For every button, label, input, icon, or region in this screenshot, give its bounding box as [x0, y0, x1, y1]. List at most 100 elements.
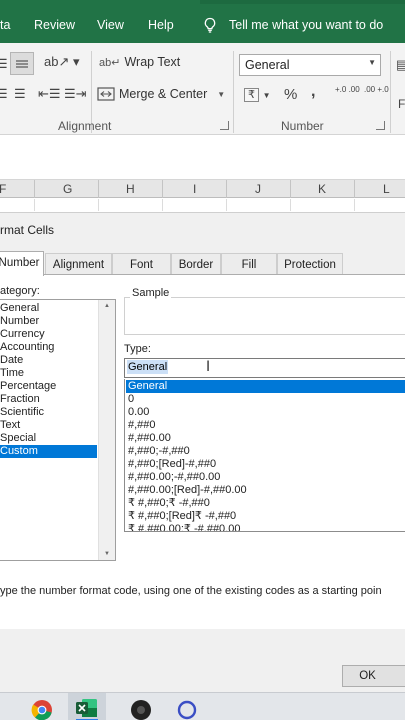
align-selected-button[interactable] [10, 52, 34, 75]
format-item[interactable]: 0 [128, 393, 405, 406]
column-divider [354, 180, 355, 198]
format-item[interactable]: #,##0.00;[Red]-#,##0.00 [128, 484, 405, 497]
dialog-tabs: Number Alignment Font Border Fill Protec… [0, 251, 405, 276]
column-header-g[interactable]: G [63, 182, 72, 196]
wrap-text-label: Wrap Text [124, 55, 181, 69]
align-right-icon[interactable]: ☰ [0, 86, 8, 102]
ribbon: ☰ ab↗ ▾ ☰ ☰ ⇤☰ ☰⇥ ab↵ Wrap Text Merge & … [0, 43, 405, 135]
ribbon-tab-bar: ta Review View Help Tell me what you wan… [0, 0, 405, 43]
format-item[interactable]: ₹ #,##0;[Red]₹ -#,##0 [128, 510, 405, 523]
tab-border[interactable]: Border [171, 253, 221, 275]
format-item[interactable]: #,##0;-#,##0 [128, 445, 405, 458]
text-cursor-icon: I [206, 359, 211, 375]
alignment-launcher-icon[interactable] [220, 121, 229, 130]
taskbar [0, 692, 405, 720]
chevron-down-icon[interactable]: ▼ [263, 91, 271, 100]
category-item[interactable]: Time [0, 367, 97, 380]
category-item[interactable]: Number [0, 315, 97, 328]
percent-style-button[interactable]: % [284, 86, 297, 103]
format-item[interactable]: #,##0 [128, 419, 405, 432]
tab-font[interactable]: Font [112, 253, 171, 275]
format-item[interactable]: ₹ #,##0;₹ -#,##0 [128, 497, 405, 510]
column-header-l[interactable]: L [383, 182, 390, 196]
category-item[interactable]: Accounting [0, 341, 97, 354]
tab-help[interactable]: Help [148, 18, 174, 32]
title-strip [200, 0, 405, 4]
category-item[interactable]: Text [0, 419, 97, 432]
type-input[interactable]: General [124, 358, 405, 378]
number-format-select[interactable]: General ▼ [239, 54, 381, 76]
category-item[interactable]: General [0, 302, 97, 315]
conditional-format-icon[interactable]: ▤ [396, 57, 405, 73]
increase-indent-icon[interactable]: ☰⇥ [64, 86, 87, 102]
column-divider [34, 180, 35, 198]
type-label: Type: [124, 343, 151, 355]
wrap-text-icon: ab↵ [99, 56, 121, 69]
format-item-selected[interactable]: General [126, 380, 405, 393]
dialog-title: rmat Cells [0, 223, 55, 237]
column-header-h[interactable]: H [126, 182, 135, 196]
category-list[interactable]: General Number Currency Accounting Date … [0, 299, 116, 561]
tab-protection[interactable]: Protection [277, 253, 343, 275]
category-item[interactable]: Currency [0, 328, 97, 341]
column-header-j[interactable]: J [255, 182, 261, 196]
scroll-up-icon[interactable]: ▲ [104, 303, 110, 309]
dropdown-arrow-icon[interactable]: ▼ [368, 58, 376, 67]
format-item[interactable]: #,##0.00 [128, 432, 405, 445]
format-code-list[interactable]: General 0 0.00 #,##0 #,##0.00 #,##0;-#,#… [124, 379, 405, 532]
wrap-text-button[interactable]: ab↵ Wrap Text [99, 55, 180, 69]
formula-bar-area[interactable] [0, 136, 405, 180]
column-headers: F G H I J K L [0, 180, 405, 198]
number-tab-panel: ategory: General Number Currency Account… [0, 274, 405, 629]
comma-style-button[interactable]: , [311, 83, 315, 101]
format-item[interactable]: 0.00 [128, 406, 405, 419]
tab-data[interactable]: ta [0, 18, 10, 32]
align-middle-icon [16, 60, 28, 68]
chrome-icon[interactable] [31, 699, 53, 720]
merge-center-label: Merge & Center [119, 87, 208, 101]
category-item[interactable]: Percentage [0, 380, 97, 393]
ribbon-edge-label[interactable]: F [398, 97, 405, 111]
column-header-k[interactable]: K [318, 182, 326, 196]
format-item[interactable]: #,##0.00;-#,##0.00 [128, 471, 405, 484]
category-scrollbar[interactable]: ▲ ▼ [98, 300, 115, 560]
column-header-i[interactable]: I [193, 182, 196, 196]
tab-review[interactable]: Review [34, 18, 75, 32]
align-left-text-icon[interactable]: ☰ [14, 86, 26, 102]
sample-group [124, 297, 405, 335]
currency-icon: ₹ [244, 88, 259, 102]
chevron-down-icon[interactable]: ▼ [217, 90, 225, 99]
category-item[interactable]: Date [0, 354, 97, 367]
tab-number[interactable]: Number [0, 251, 44, 276]
column-divider [162, 180, 163, 198]
align-bottom-icon[interactable]: ☰ [0, 56, 8, 72]
search-app-icon[interactable] [176, 699, 198, 720]
tab-fill[interactable]: Fill [221, 253, 277, 275]
column-divider [290, 180, 291, 198]
category-item[interactable]: Scientific [0, 406, 97, 419]
increase-decimal-button[interactable]: +.0 .00 [335, 86, 360, 94]
ok-button[interactable]: OK [342, 665, 405, 687]
excel-taskbar-button[interactable] [68, 693, 106, 720]
format-item[interactable]: ₹ #,##0.00;₹ -#,##0.00 [128, 523, 405, 531]
scroll-down-icon[interactable]: ▼ [104, 551, 110, 557]
decrease-indent-icon[interactable]: ⇤☰ [38, 86, 61, 102]
number-group-label: Number [281, 119, 324, 133]
category-item[interactable]: Special [0, 432, 97, 445]
alignment-group-label: Alignment [58, 119, 112, 133]
merge-center-button[interactable]: Merge & Center ▼ [97, 86, 225, 102]
media-icon[interactable] [130, 699, 152, 720]
accounting-format-button[interactable]: ₹ ▼ [244, 86, 271, 102]
column-header-f[interactable]: F [0, 182, 6, 196]
format-item[interactable]: #,##0;[Red]-#,##0 [128, 458, 405, 471]
worksheet-grid[interactable] [0, 199, 405, 211]
tab-view[interactable]: View [97, 18, 124, 32]
orientation-icon[interactable]: ab↗ ▾ [44, 54, 80, 70]
tell-me-search[interactable]: Tell me what you want to do [229, 18, 383, 32]
category-item-selected[interactable]: Custom [0, 445, 97, 458]
tab-alignment[interactable]: Alignment [45, 253, 112, 275]
lightbulb-icon [204, 17, 216, 33]
number-launcher-icon[interactable] [376, 121, 385, 130]
decrease-decimal-button[interactable]: .00 +.0 [364, 86, 389, 94]
category-item[interactable]: Fraction [0, 393, 97, 406]
